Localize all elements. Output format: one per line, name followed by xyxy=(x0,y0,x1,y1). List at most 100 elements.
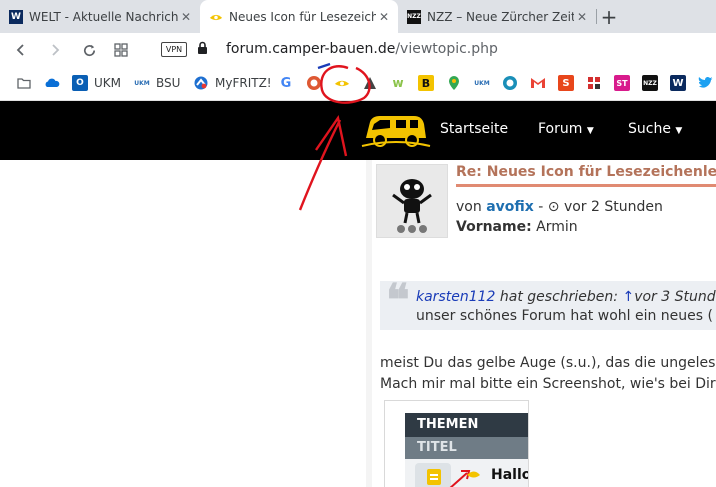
bookmark-item[interactable]: UKM xyxy=(474,75,490,91)
bookmark-item[interactable]: B xyxy=(418,75,434,91)
close-tab-icon[interactable]: ✕ xyxy=(178,10,194,24)
welt-icon: W xyxy=(670,75,686,91)
camper-eye-favicon-icon xyxy=(209,10,223,24)
post-byline: von avofix - ⊙ vor 2 Stunden xyxy=(456,199,663,215)
quote-mark-icon: ❝ xyxy=(386,275,410,326)
close-tab-icon[interactable]: ✕ xyxy=(574,10,590,24)
camper-logo-icon[interactable] xyxy=(360,108,432,156)
folder-icon xyxy=(16,75,32,91)
outlook-icon: O xyxy=(72,75,88,91)
tab-title: WELT - Aktuelle Nachrichten xyxy=(29,9,178,24)
nav-startseite[interactable]: Startseite xyxy=(440,121,508,137)
ukm-icon: UKM xyxy=(474,79,490,87)
bookmark-welt[interactable]: W xyxy=(670,75,686,91)
bookmark-icon xyxy=(502,75,518,91)
reload-icon[interactable] xyxy=(76,37,102,63)
profile-field-vorname: Vorname: Armin xyxy=(456,219,578,235)
bookmark-bsu[interactable]: UKM BSU xyxy=(134,75,180,91)
avatar[interactable] xyxy=(376,164,448,238)
url-path: /viewtopic.php xyxy=(395,41,498,57)
gmail-icon xyxy=(530,75,546,91)
attached-screenshot[interactable]: THEMEN TITEL Hallo xyxy=(384,400,529,487)
nav-forum-label: Forum xyxy=(538,121,583,137)
close-tab-icon[interactable]: ✕ xyxy=(376,10,392,24)
myfritz-icon xyxy=(193,75,209,91)
bookmark-item[interactable] xyxy=(502,75,518,91)
bookmark-item[interactable] xyxy=(586,75,602,91)
bookmark-icon: S xyxy=(558,75,574,91)
caret-down-icon: ▼ xyxy=(675,126,683,136)
arrow-up-icon[interactable]: ↑ xyxy=(622,289,634,305)
bookmark-maps[interactable] xyxy=(446,75,462,91)
nav-suche-label: Suche xyxy=(628,121,671,137)
nav-suche[interactable]: Suche ▼ xyxy=(628,121,682,137)
bookmark-icon xyxy=(586,75,602,91)
new-tab-button[interactable]: + xyxy=(596,0,622,33)
ukm-icon: UKM xyxy=(134,79,150,87)
post-text-line: meist Du das gelbe Auge (s.u.), das die … xyxy=(380,355,716,371)
screenshot-header: THEMEN xyxy=(405,413,528,437)
bookmark-icon: w xyxy=(392,76,404,90)
browser-toolbar: VPN forum.camper-bauen.de/viewtopic.php xyxy=(0,33,716,67)
left-pane xyxy=(0,160,366,487)
bookmark-onedrive[interactable] xyxy=(44,75,60,91)
tab-strip: W WELT - Aktuelle Nachrichten ✕ Neues Ic… xyxy=(0,0,716,33)
camper-eye-icon xyxy=(334,75,350,91)
bookmark-label: UKM xyxy=(94,76,122,90)
bookmark-google[interactable]: G xyxy=(278,75,294,91)
quote-block: ❝ karsten112 hat geschrieben: ↑vor 3 Stu… xyxy=(380,275,716,330)
url-host: forum.camper-bauen.de xyxy=(226,41,396,57)
duckduckgo-icon xyxy=(306,75,322,91)
bookmark-nzz[interactable]: NZZ xyxy=(642,75,658,91)
bookmark-myfritz[interactable]: MyFRITZ! xyxy=(193,75,272,91)
bookmark-duckduckgo[interactable] xyxy=(306,75,322,91)
bookmark-folder[interactable] xyxy=(16,75,32,91)
byline-prefix: von xyxy=(456,199,482,215)
google-icon: G xyxy=(280,75,292,91)
forward-icon[interactable] xyxy=(42,37,68,63)
address-bar[interactable]: forum.camper-bauen.de/viewtopic.php xyxy=(226,41,498,57)
bookmark-icon xyxy=(362,75,378,91)
byline-dash: - xyxy=(538,199,544,215)
forum-post: Re: Neues Icon für Lesezeichenleiste s v… xyxy=(372,160,716,487)
caret-down-icon: ▼ xyxy=(586,126,594,136)
bookmark-twitter[interactable] xyxy=(698,75,714,91)
bookmark-item[interactable]: w xyxy=(390,75,406,91)
tab-title: Neues Icon für Lesezeichenleiste xyxy=(229,9,376,24)
lock-icon[interactable] xyxy=(197,41,208,59)
bookmark-ukm[interactable]: O UKM xyxy=(72,75,121,91)
tab-welt[interactable]: W WELT - Aktuelle Nachrichten ✕ xyxy=(0,0,200,33)
tab-neues-icon[interactable]: Neues Icon für Lesezeichenleiste ✕ xyxy=(200,0,398,33)
quote-wrote-label: hat geschrieben: xyxy=(499,289,618,305)
nav-forum[interactable]: Forum ▼ xyxy=(538,121,594,137)
author-link[interactable]: avofix xyxy=(486,199,534,215)
bookmark-gmail[interactable] xyxy=(530,75,546,91)
speed-dial-icon[interactable] xyxy=(108,37,134,63)
vpn-badge[interactable]: VPN xyxy=(161,42,187,57)
post-title[interactable]: Re: Neues Icon für Lesezeichenleiste s xyxy=(456,164,716,180)
nzz-favicon-icon: NZZ xyxy=(407,9,421,24)
quote-header: karsten112 hat geschrieben: ↑vor 3 Stund… xyxy=(416,289,716,305)
screenshot-header-label: THEMEN xyxy=(417,417,479,432)
twitter-icon xyxy=(698,75,714,91)
tab-title: NZZ – Neue Zürcher Zeitung xyxy=(427,9,574,24)
screenshot-subheader-label: TITEL xyxy=(417,440,457,455)
bookmark-item[interactable] xyxy=(362,75,378,91)
bookmark-icon: B xyxy=(418,75,434,91)
tab-nzz[interactable]: NZZ NZZ – Neue Zürcher Zeitung ✕ xyxy=(398,0,596,33)
back-icon[interactable] xyxy=(8,37,34,63)
topic-icon xyxy=(415,463,451,487)
site-navbar: Startseite Forum ▼ Suche ▼ xyxy=(0,101,716,160)
post-time: vor 2 Stunden xyxy=(563,199,663,215)
bookmark-camper-eye[interactable] xyxy=(334,75,350,91)
bookmark-icon: ST xyxy=(614,75,630,91)
bookmark-label: BSU xyxy=(156,76,181,90)
bookmark-label: MyFRITZ! xyxy=(215,76,272,90)
quote-author-link[interactable]: karsten112 xyxy=(416,289,495,305)
onedrive-icon xyxy=(44,75,60,91)
screenshot-topic-title: Hallo xyxy=(491,467,529,483)
bookmark-item[interactable]: ST xyxy=(614,75,630,91)
vorname-value: Armin xyxy=(536,219,578,235)
bookmark-item[interactable]: S xyxy=(558,75,574,91)
post-text-line: Mach mir mal bitte ein Screenshot, wie's… xyxy=(380,376,716,392)
